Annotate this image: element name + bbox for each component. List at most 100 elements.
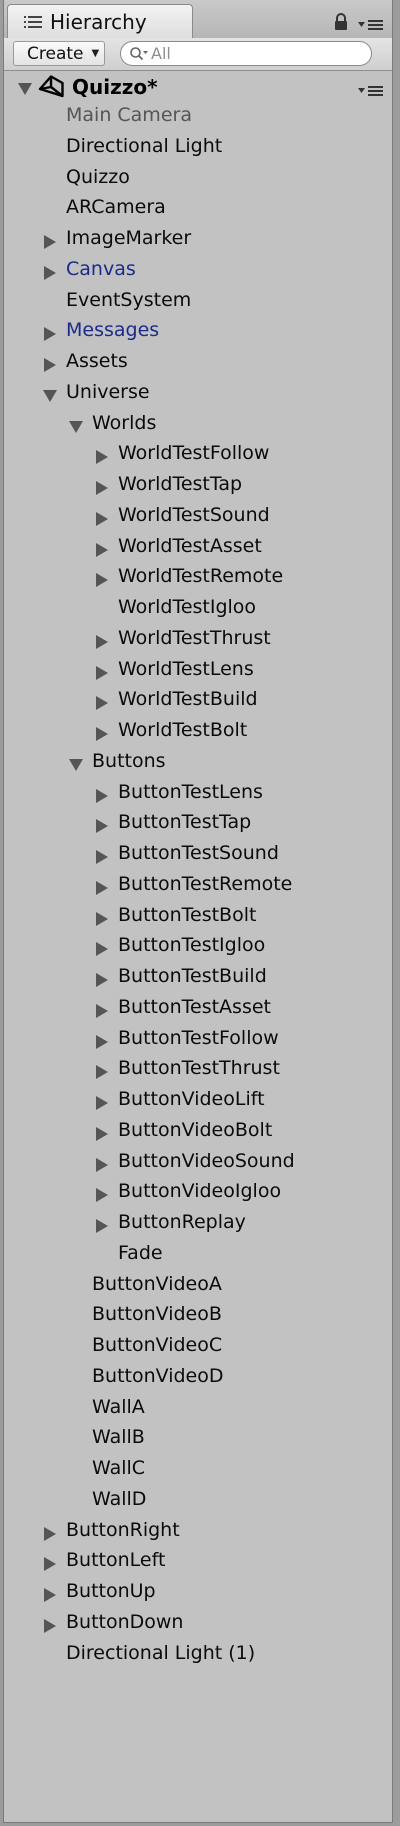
- scene-row[interactable]: Quizzo*: [4, 72, 392, 102]
- hierarchy-item[interactable]: WorldTestLens: [4, 656, 392, 687]
- hierarchy-item[interactable]: ButtonRight: [4, 1517, 392, 1548]
- hierarchy-item[interactable]: ButtonTestAsset: [4, 994, 392, 1025]
- item-label: ButtonRight: [66, 1518, 180, 1541]
- hierarchy-item[interactable]: ButtonTestBuild: [4, 963, 392, 994]
- expanded-arrow-icon[interactable]: [17, 81, 33, 100]
- hierarchy-item[interactable]: ButtonTestTap: [4, 809, 392, 840]
- hierarchy-item[interactable]: WorldTestBolt: [4, 717, 392, 748]
- expanded-arrow-icon[interactable]: [69, 419, 83, 433]
- collapsed-arrow-icon[interactable]: [95, 449, 109, 465]
- hierarchy-item[interactable]: Directional Light (1): [4, 1640, 392, 1671]
- collapsed-arrow-icon[interactable]: [95, 911, 109, 926]
- hierarchy-item[interactable]: WallC: [4, 1455, 392, 1486]
- search-input[interactable]: [151, 44, 351, 63]
- hierarchy-item[interactable]: WorldTestAsset: [4, 533, 392, 564]
- hierarchy-item[interactable]: ButtonVideoA: [4, 1271, 392, 1302]
- hierarchy-item[interactable]: Quizzo: [4, 164, 392, 195]
- hierarchy-item[interactable]: ButtonVideoC: [4, 1332, 392, 1363]
- hierarchy-item[interactable]: ButtonVideoBolt: [4, 1117, 392, 1148]
- collapsed-arrow-icon[interactable]: [95, 665, 109, 680]
- collapsed-arrow-icon[interactable]: [43, 234, 57, 249]
- item-label: ButtonTestRemote: [118, 872, 293, 895]
- hierarchy-item[interactable]: ButtonReplay: [4, 1209, 392, 1240]
- collapsed-arrow-icon[interactable]: [95, 1126, 109, 1141]
- hierarchy-item[interactable]: ButtonTestSound: [4, 840, 392, 871]
- hierarchy-item[interactable]: ButtonTestBolt: [4, 902, 392, 933]
- collapsed-arrow-icon[interactable]: [95, 941, 109, 957]
- collapsed-arrow-icon[interactable]: [95, 1095, 109, 1110]
- collapsed-arrow-icon[interactable]: [95, 542, 109, 557]
- collapsed-arrow-icon[interactable]: [95, 1064, 109, 1080]
- item-label: WorldTestSound: [118, 503, 270, 526]
- collapsed-arrow-icon[interactable]: [95, 1218, 109, 1233]
- hierarchy-item[interactable]: Directional Light: [4, 133, 392, 164]
- hierarchy-item[interactable]: ButtonUp: [4, 1578, 392, 1609]
- hierarchy-item[interactable]: Worlds: [4, 410, 392, 441]
- scene-menu-icon[interactable]: [358, 82, 384, 101]
- panel-menu-icon[interactable]: [358, 16, 384, 35]
- hierarchy-item[interactable]: ARCamera: [4, 194, 392, 225]
- hierarchy-item[interactable]: ButtonDown: [4, 1609, 392, 1640]
- hierarchy-item[interactable]: Assets: [4, 348, 392, 379]
- hierarchy-item[interactable]: WorldTestSound: [4, 502, 392, 533]
- hierarchy-item[interactable]: ButtonLeft: [4, 1547, 392, 1578]
- hierarchy-item[interactable]: WorldTestIgloo: [4, 594, 392, 625]
- hierarchy-item[interactable]: WallA: [4, 1394, 392, 1425]
- expanded-arrow-icon[interactable]: [69, 757, 83, 771]
- hierarchy-item[interactable]: ButtonTestIgloo: [4, 932, 392, 963]
- hierarchy-item[interactable]: Canvas: [4, 256, 392, 287]
- hierarchy-item[interactable]: ImageMarker: [4, 225, 392, 256]
- search-field[interactable]: [120, 41, 372, 66]
- hierarchy-item[interactable]: WorldTestBuild: [4, 686, 392, 717]
- hierarchy-item[interactable]: WorldTestRemote: [4, 563, 392, 594]
- hierarchy-item[interactable]: Fade: [4, 1240, 392, 1271]
- hierarchy-item[interactable]: ButtonTestFollow: [4, 1025, 392, 1056]
- collapsed-arrow-icon[interactable]: [95, 1034, 109, 1049]
- hierarchy-item[interactable]: ButtonVideoLift: [4, 1086, 392, 1117]
- hierarchy-item[interactable]: Messages: [4, 317, 392, 348]
- collapsed-arrow-icon[interactable]: [43, 357, 57, 372]
- collapsed-arrow-icon[interactable]: [43, 326, 57, 342]
- collapsed-arrow-icon[interactable]: [95, 695, 109, 711]
- collapsed-arrow-icon[interactable]: [95, 572, 109, 588]
- expanded-arrow-icon[interactable]: [43, 388, 57, 402]
- hierarchy-item[interactable]: ButtonTestThrust: [4, 1055, 392, 1086]
- item-label: ButtonLeft: [66, 1549, 166, 1572]
- hierarchy-item[interactable]: WallB: [4, 1424, 392, 1455]
- hierarchy-item[interactable]: WorldTestThrust: [4, 625, 392, 656]
- hierarchy-item[interactable]: ButtonTestRemote: [4, 871, 392, 902]
- collapsed-arrow-icon[interactable]: [95, 480, 109, 495]
- collapsed-arrow-icon[interactable]: [95, 511, 109, 526]
- collapsed-arrow-icon[interactable]: [43, 265, 57, 280]
- hierarchy-item[interactable]: Buttons: [4, 748, 392, 779]
- collapsed-arrow-icon[interactable]: [95, 880, 109, 895]
- collapsed-arrow-icon[interactable]: [43, 1587, 57, 1602]
- collapsed-arrow-icon[interactable]: [43, 1618, 57, 1633]
- hierarchy-item[interactable]: ButtonVideoD: [4, 1363, 392, 1394]
- hierarchy-item[interactable]: ButtonVideoSound: [4, 1148, 392, 1179]
- collapsed-arrow-icon[interactable]: [43, 1526, 57, 1541]
- collapsed-arrow-icon[interactable]: [95, 849, 109, 864]
- collapsed-arrow-icon[interactable]: [95, 1187, 109, 1203]
- hierarchy-item[interactable]: WorldTestTap: [4, 471, 392, 502]
- lock-icon[interactable]: [333, 12, 349, 36]
- collapsed-arrow-icon[interactable]: [95, 634, 109, 649]
- hierarchy-item[interactable]: Main Camera: [4, 102, 392, 133]
- item-label: WallD: [92, 1487, 147, 1510]
- collapsed-arrow-icon[interactable]: [95, 1157, 109, 1172]
- tab-hierarchy[interactable]: Hierarchy: [7, 4, 193, 38]
- collapsed-arrow-icon[interactable]: [95, 818, 109, 834]
- hierarchy-item[interactable]: ButtonTestLens: [4, 779, 392, 810]
- hierarchy-item[interactable]: Universe: [4, 379, 392, 410]
- hierarchy-item[interactable]: WorldTestFollow: [4, 440, 392, 471]
- hierarchy-item[interactable]: ButtonVideoIgloo: [4, 1178, 392, 1209]
- collapsed-arrow-icon[interactable]: [95, 972, 109, 987]
- hierarchy-item[interactable]: ButtonVideoB: [4, 1301, 392, 1332]
- collapsed-arrow-icon[interactable]: [95, 788, 109, 803]
- collapsed-arrow-icon[interactable]: [43, 1556, 57, 1572]
- hierarchy-item[interactable]: WallD: [4, 1486, 392, 1517]
- create-button[interactable]: Create ▼: [13, 41, 105, 66]
- collapsed-arrow-icon[interactable]: [95, 726, 109, 741]
- collapsed-arrow-icon[interactable]: [95, 1003, 109, 1018]
- hierarchy-item[interactable]: EventSystem: [4, 287, 392, 318]
